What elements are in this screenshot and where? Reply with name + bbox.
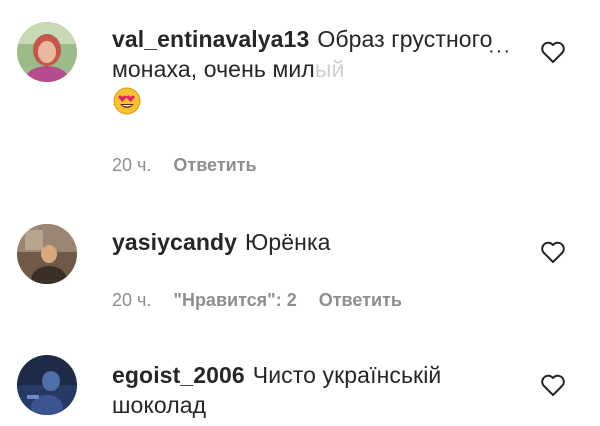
- likes-count[interactable]: "Нравится": 2: [173, 290, 296, 310]
- reply-button[interactable]: Ответить: [173, 155, 256, 175]
- comment-meta: 20 ч. "Нравится": 2 Ответить: [112, 290, 402, 311]
- comment-body-faded: ый: [314, 56, 345, 82]
- more-options-button[interactable]: ···: [488, 40, 511, 63]
- comment-text: egoist_2006 Чисто українській шоколад: [112, 360, 512, 420]
- comment-username[interactable]: egoist_2006: [112, 362, 245, 388]
- avatar[interactable]: [17, 22, 77, 82]
- heart-eyes-emoji: [112, 86, 142, 116]
- comment-username[interactable]: yasiycandy: [112, 229, 237, 255]
- comment-time: 20 ч.: [112, 155, 152, 175]
- comment-meta: 20 ч. Ответить: [112, 155, 257, 176]
- comment-text: yasiycandy Юрёнка: [112, 227, 512, 257]
- like-heart-icon[interactable]: [540, 373, 566, 397]
- avatar[interactable]: [17, 355, 77, 415]
- comment-username[interactable]: val_entinavalya13: [112, 26, 309, 52]
- like-heart-icon[interactable]: [540, 40, 566, 64]
- avatar[interactable]: [17, 224, 77, 284]
- like-heart-icon[interactable]: [540, 240, 566, 264]
- comment-time: 20 ч.: [112, 290, 152, 310]
- reply-button[interactable]: Ответить: [319, 290, 402, 310]
- comment-body: Юрёнка: [245, 229, 331, 255]
- comment-text: val_entinavalya13 Образ грустного монаха,…: [112, 24, 512, 116]
